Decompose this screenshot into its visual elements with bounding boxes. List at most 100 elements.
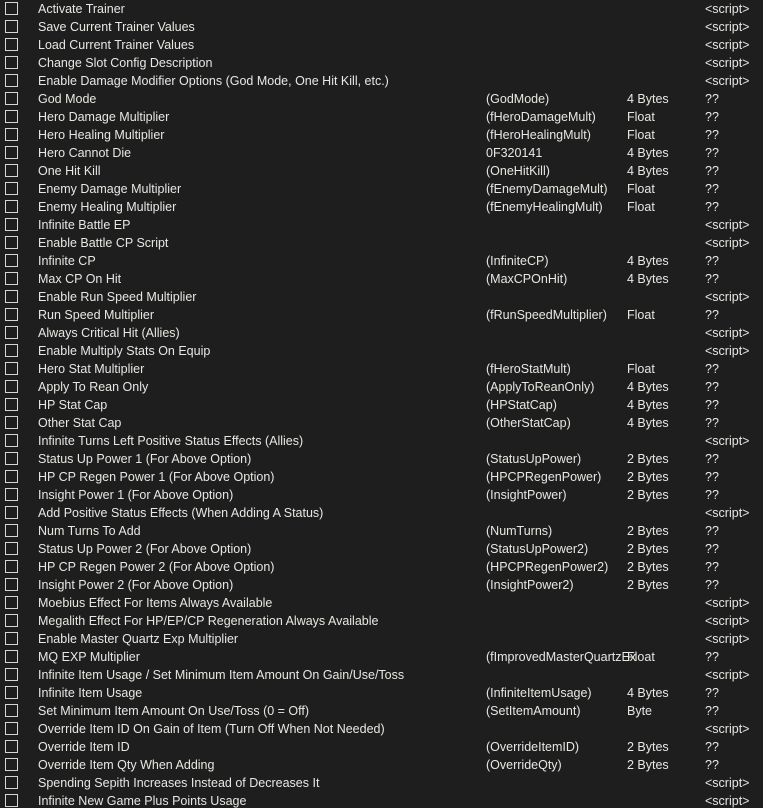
active-checkbox-cell[interactable] (0, 450, 28, 468)
table-row[interactable]: Infinite Turns Left Positive Status Effe… (0, 432, 763, 450)
active-checkbox[interactable] (5, 218, 18, 231)
active-checkbox-cell[interactable] (0, 486, 28, 504)
table-row[interactable]: Enemy Damage Multiplier (fEnemyDamageMult… (0, 180, 763, 198)
active-checkbox[interactable] (5, 776, 18, 789)
table-row[interactable]: HP CP Regen Power 2 (For Above Option) (H… (0, 558, 763, 576)
active-checkbox-cell[interactable] (0, 774, 28, 792)
table-row[interactable]: Moebius Effect For Items Always Availabl… (0, 594, 763, 612)
active-checkbox-cell[interactable] (0, 648, 28, 666)
active-checkbox-cell[interactable] (0, 792, 28, 808)
table-row[interactable]: Hero Cannot Die 0F320141 4 Bytes?? (0, 144, 763, 162)
active-checkbox-cell[interactable] (0, 756, 28, 774)
active-checkbox-cell[interactable] (0, 54, 28, 72)
active-checkbox[interactable] (5, 200, 18, 213)
active-checkbox-cell[interactable] (0, 594, 28, 612)
active-checkbox[interactable] (5, 686, 18, 699)
active-checkbox-cell[interactable] (0, 252, 28, 270)
active-checkbox-cell[interactable] (0, 72, 28, 90)
active-checkbox[interactable] (5, 182, 18, 195)
active-checkbox-cell[interactable] (0, 306, 28, 324)
table-row[interactable]: Enemy Healing Multiplier (fEnemyHealingMu… (0, 198, 763, 216)
table-row[interactable]: Save Current Trainer Values <script> (0, 18, 763, 36)
table-row[interactable]: MQ EXP Multiplier (fImprovedMasterQuartzE… (0, 648, 763, 666)
active-checkbox-cell[interactable] (0, 198, 28, 216)
active-checkbox[interactable] (5, 380, 18, 393)
active-checkbox-cell[interactable] (0, 702, 28, 720)
table-row[interactable]: Spending Sepith Increases Instead of Dec… (0, 774, 763, 792)
active-checkbox-cell[interactable] (0, 576, 28, 594)
table-row[interactable]: Override Item ID On Gain of Item (Turn O… (0, 720, 763, 738)
table-row[interactable]: Insight Power 1 (For Above Option) (Insig… (0, 486, 763, 504)
active-checkbox-cell[interactable] (0, 234, 28, 252)
table-row[interactable]: Apply To Rean Only (ApplyToReanOnly) 4 Byt… (0, 378, 763, 396)
table-row[interactable]: Status Up Power 2 (For Above Option) (Sta… (0, 540, 763, 558)
table-row[interactable]: Enable Run Speed Multiplier <script> (0, 288, 763, 306)
table-row[interactable]: HP Stat Cap (HPStatCap) 4 Bytes?? (0, 396, 763, 414)
active-checkbox-cell[interactable] (0, 180, 28, 198)
table-row[interactable]: Override Item ID (OverrideItemID) 2 Bytes?… (0, 738, 763, 756)
active-checkbox-cell[interactable] (0, 324, 28, 342)
active-checkbox[interactable] (5, 560, 18, 573)
table-row[interactable]: Hero Healing Multiplier (fHeroHealingMult… (0, 126, 763, 144)
table-row[interactable]: Always Critical Hit (Allies) <script> (0, 324, 763, 342)
active-checkbox[interactable] (5, 128, 18, 141)
table-row[interactable]: Infinite New Game Plus Points Usage <scri… (0, 792, 763, 808)
active-checkbox[interactable] (5, 578, 18, 591)
table-row[interactable]: Enable Battle CP Script <script> (0, 234, 763, 252)
active-checkbox[interactable] (5, 398, 18, 411)
active-checkbox-cell[interactable] (0, 666, 28, 684)
active-checkbox[interactable] (5, 632, 18, 645)
active-checkbox-cell[interactable] (0, 36, 28, 54)
table-row[interactable]: Activate Trainer <script> (0, 0, 763, 18)
active-checkbox-cell[interactable] (0, 144, 28, 162)
active-checkbox-cell[interactable] (0, 378, 28, 396)
table-row[interactable]: Enable Master Quartz Exp Multiplier <scri… (0, 630, 763, 648)
active-checkbox[interactable] (5, 272, 18, 285)
active-checkbox[interactable] (5, 308, 18, 321)
active-checkbox-cell[interactable] (0, 342, 28, 360)
table-row[interactable]: Megalith Effect For HP/EP/CP Regeneratio… (0, 612, 763, 630)
active-checkbox[interactable] (5, 56, 18, 69)
table-row[interactable]: Infinite Item Usage (InfiniteItemUsage) 4 … (0, 684, 763, 702)
table-row[interactable]: Hero Damage Multiplier (fHeroDamageMult) F… (0, 108, 763, 126)
active-checkbox[interactable] (5, 758, 18, 771)
active-checkbox[interactable] (5, 290, 18, 303)
table-row[interactable]: Override Item Qty When Adding (OverrideQt… (0, 756, 763, 774)
active-checkbox[interactable] (5, 650, 18, 663)
active-checkbox-cell[interactable] (0, 90, 28, 108)
active-checkbox-cell[interactable] (0, 432, 28, 450)
active-checkbox[interactable] (5, 2, 18, 15)
table-row[interactable]: Hero Stat Multiplier (fHeroStatMult) Float… (0, 360, 763, 378)
table-row[interactable]: Infinite Battle EP <script> (0, 216, 763, 234)
active-checkbox-cell[interactable] (0, 360, 28, 378)
active-checkbox[interactable] (5, 542, 18, 555)
table-row[interactable]: Infinite CP (InfiniteCP) 4 Bytes?? (0, 252, 763, 270)
table-row[interactable]: Change Slot Config Description <script> (0, 54, 763, 72)
active-checkbox-cell[interactable] (0, 18, 28, 36)
active-checkbox[interactable] (5, 434, 18, 447)
table-row[interactable]: Set Minimum Item Amount On Use/Toss (0 =… (0, 702, 763, 720)
active-checkbox-cell[interactable] (0, 504, 28, 522)
active-checkbox-cell[interactable] (0, 414, 28, 432)
active-checkbox-cell[interactable] (0, 558, 28, 576)
active-checkbox-cell[interactable] (0, 522, 28, 540)
table-row[interactable]: Enable Damage Modifier Options (God Mode… (0, 72, 763, 90)
active-checkbox-cell[interactable] (0, 288, 28, 306)
active-checkbox[interactable] (5, 344, 18, 357)
active-checkbox[interactable] (5, 38, 18, 51)
active-checkbox[interactable] (5, 74, 18, 87)
table-row[interactable]: Load Current Trainer Values <script> (0, 36, 763, 54)
table-row[interactable]: God Mode (GodMode) 4 Bytes?? (0, 90, 763, 108)
active-checkbox[interactable] (5, 110, 18, 123)
table-row[interactable]: Num Turns To Add (NumTurns) 2 Bytes?? (0, 522, 763, 540)
table-row[interactable]: Max CP On Hit (MaxCPOnHit) 4 Bytes?? (0, 270, 763, 288)
table-row[interactable]: Status Up Power 1 (For Above Option) (Sta… (0, 450, 763, 468)
active-checkbox-cell[interactable] (0, 126, 28, 144)
active-checkbox-cell[interactable] (0, 468, 28, 486)
active-checkbox[interactable] (5, 596, 18, 609)
active-checkbox[interactable] (5, 488, 18, 501)
active-checkbox[interactable] (5, 92, 18, 105)
active-checkbox[interactable] (5, 704, 18, 717)
active-checkbox[interactable] (5, 452, 18, 465)
table-row[interactable]: One Hit Kill (OneHitKill) 4 Bytes?? (0, 162, 763, 180)
